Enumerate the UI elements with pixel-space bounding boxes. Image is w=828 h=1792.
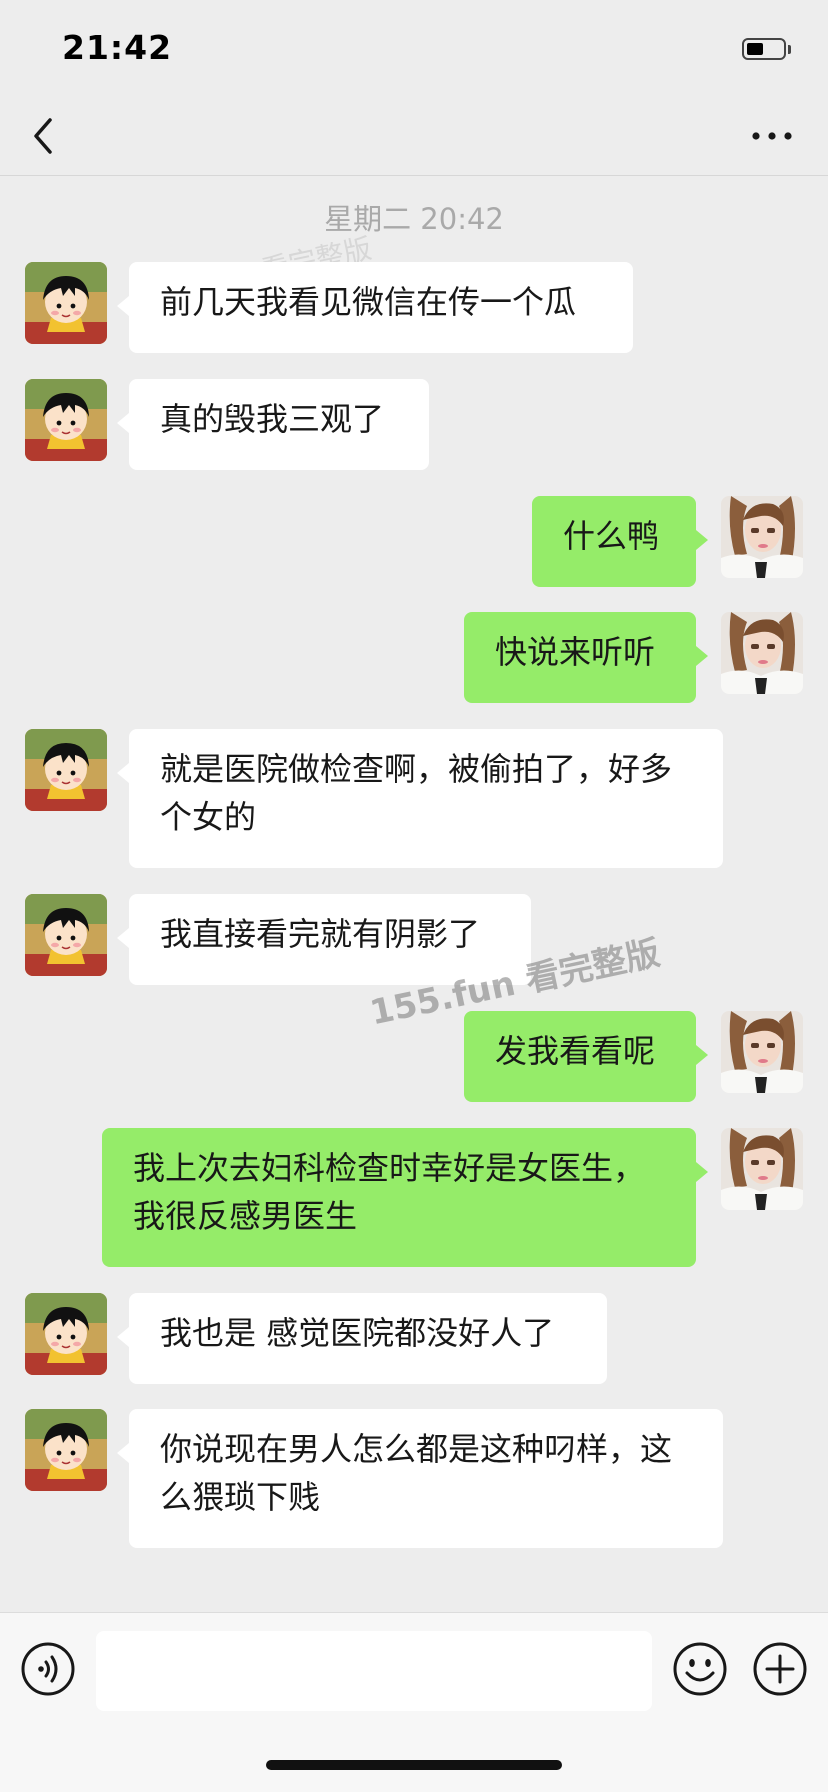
message-bubble-outgoing[interactable]: 什么鸭 <box>532 496 708 587</box>
cartoon-girl-avatar[interactable] <box>25 1409 107 1491</box>
user-photo-avatar[interactable] <box>721 1011 803 1093</box>
more-dots-icon[interactable] <box>750 126 794 146</box>
chat-timestamp: 星期二 20:42 <box>324 202 504 236</box>
emoji-icon[interactable] <box>672 1641 728 1697</box>
message-bubble-incoming[interactable]: 就是医院做检查啊，被偷拍了，好多个女的 <box>117 729 723 868</box>
battery-level <box>747 43 763 55</box>
user-photo-avatar[interactable] <box>721 1128 803 1210</box>
cartoon-girl-avatar[interactable] <box>25 729 107 811</box>
battery-icon <box>742 38 786 60</box>
cartoon-girl-avatar[interactable] <box>25 894 107 976</box>
message-bubble-incoming[interactable]: 真的毁我三观了 <box>117 379 429 470</box>
message-bubble-incoming[interactable]: 前几天我看见微信在传一个瓜 <box>117 262 633 353</box>
user-photo-avatar[interactable] <box>721 612 803 694</box>
cartoon-girl-avatar[interactable] <box>25 379 107 461</box>
message-input[interactable] <box>96 1631 652 1711</box>
home-indicator[interactable] <box>266 1760 562 1770</box>
message-bubble-outgoing[interactable]: 发我看看呢 <box>464 1011 708 1102</box>
plus-icon[interactable] <box>752 1641 808 1697</box>
cartoon-girl-avatar[interactable] <box>25 1293 107 1375</box>
status-bar: 21:42 <box>0 0 828 96</box>
status-time: 21:42 <box>62 28 173 67</box>
message-bubble-incoming[interactable]: 你说现在男人怎么都是这种叼样，这么猥琐下贱 <box>117 1409 723 1548</box>
message-bubble-outgoing[interactable]: 我上次去妇科检查时幸好是女医生，我很反感男医生 <box>102 1128 708 1267</box>
cartoon-girl-avatar[interactable] <box>25 262 107 344</box>
back-chevron-icon[interactable] <box>28 114 60 158</box>
battery-tip <box>788 45 791 54</box>
chat-nav-bar <box>0 96 828 176</box>
user-photo-avatar[interactable] <box>721 496 803 578</box>
message-bubble-incoming[interactable]: 我也是 感觉医院都没好人了 <box>117 1293 607 1384</box>
message-bubble-outgoing[interactable]: 快说来听听 <box>464 612 708 703</box>
voice-icon[interactable] <box>20 1641 76 1697</box>
